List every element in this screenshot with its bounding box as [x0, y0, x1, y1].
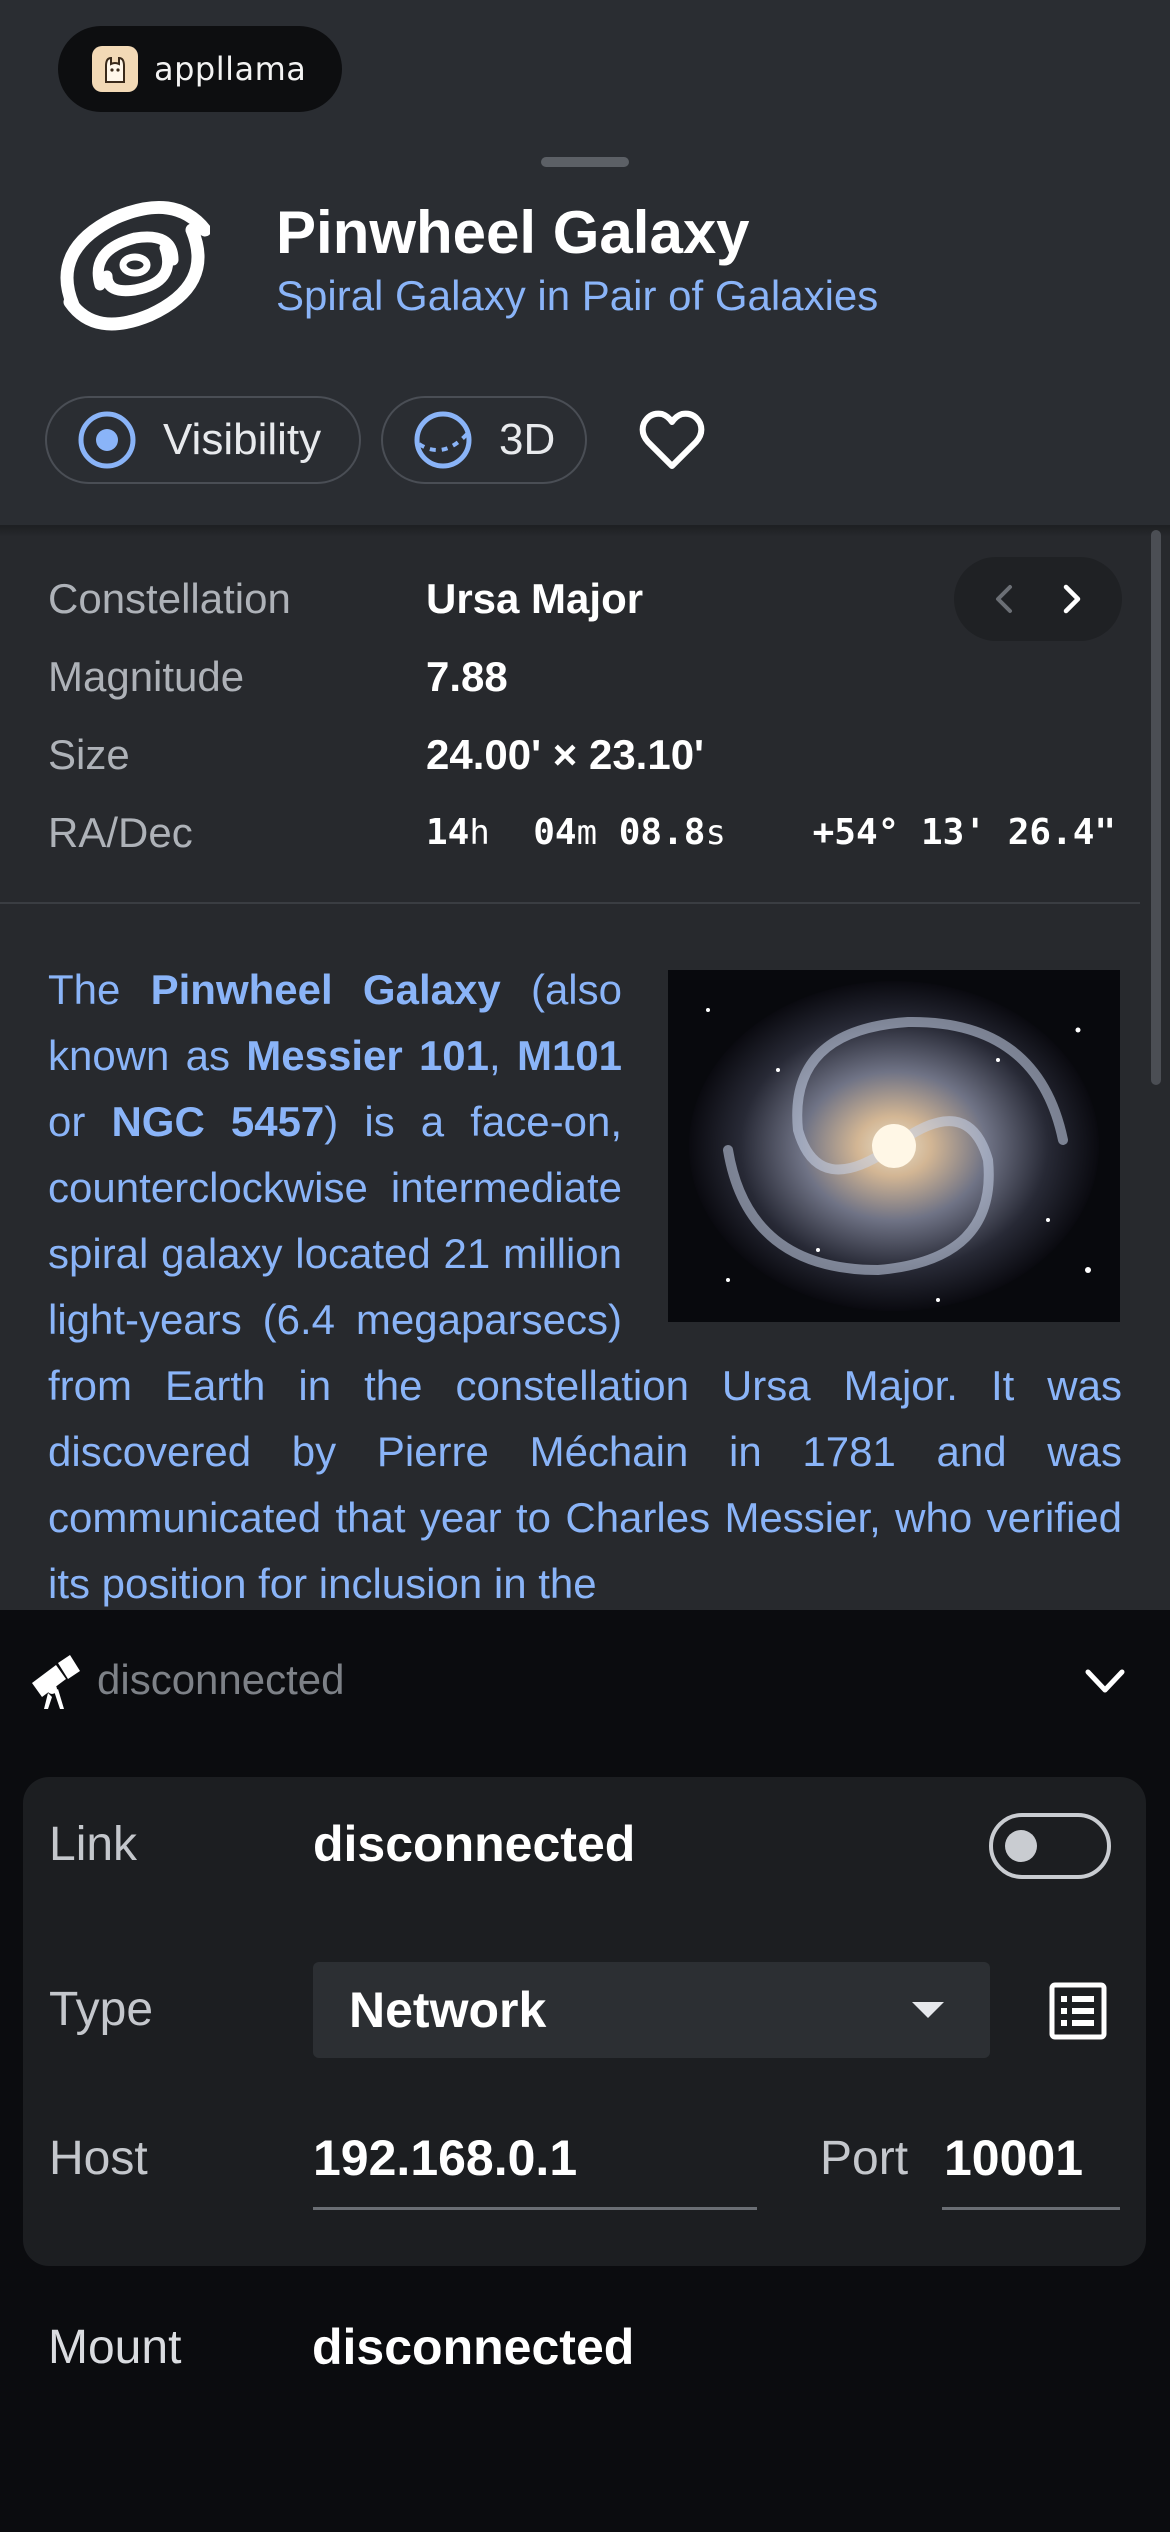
- size-label: Size: [48, 731, 130, 778]
- magnitude-value: 7.88: [426, 653, 508, 700]
- dropdown-caret-icon: [912, 2002, 944, 2018]
- image-spacer: [622, 957, 1122, 1337]
- desc-text: or: [48, 1098, 112, 1145]
- target-icon: [78, 411, 136, 469]
- radec-label: RA/Dec: [48, 809, 193, 856]
- host-input-underline: [313, 2207, 757, 2210]
- desc-bold-m101: M101: [516, 1032, 623, 1079]
- chevron-down-icon[interactable]: [1080, 1662, 1130, 1702]
- divider: [0, 902, 1140, 904]
- connection-type-value: Network: [349, 1982, 547, 2038]
- telescope-status: disconnected: [97, 1656, 345, 1703]
- brand-badge[interactable]: appllama: [58, 26, 342, 112]
- panel-shadow: [0, 525, 1170, 537]
- radec-value: 14h 04m 08.8s +54° 13' 26.4": [426, 812, 1116, 853]
- object-details-panel[interactable]: Constellation Ursa Major Magnitude 7.88 …: [0, 525, 1170, 1610]
- desc-text: The: [48, 966, 151, 1013]
- link-label: Link: [49, 1818, 138, 1871]
- telescope-panel: disconnected Link disconnected Type Netw…: [0, 1610, 1170, 2532]
- visibility-chip-label: Visibility: [163, 415, 322, 464]
- constellation-value: Ursa Major: [426, 575, 644, 622]
- chevron-left-icon[interactable]: [985, 579, 1025, 619]
- 3d-chip-label: 3D: [499, 415, 556, 464]
- 3d-chip[interactable]: 3D: [381, 396, 587, 484]
- galaxy-icon: [60, 201, 210, 331]
- host-input[interactable]: 192.168.0.1: [313, 2129, 577, 2187]
- declination: +54° 13' 26.4": [812, 812, 1117, 853]
- mount-label: Mount: [48, 2321, 182, 2374]
- brand-name: appllama: [154, 50, 307, 88]
- mount-value: disconnected: [312, 2319, 635, 2375]
- toggle-knob: [1005, 1830, 1037, 1862]
- desc-bold-messier: Messier 101: [246, 1032, 490, 1079]
- visibility-chip[interactable]: Visibility: [45, 396, 361, 484]
- magnitude-label: Magnitude: [48, 653, 245, 700]
- connection-type-select[interactable]: Network: [313, 1962, 990, 2058]
- sheet-grab-handle[interactable]: [541, 157, 629, 167]
- appllama-logo-icon: [92, 46, 138, 92]
- constellation-label: Constellation: [48, 575, 291, 622]
- ra-hours-unit: h: [469, 813, 490, 853]
- port-input-underline: [942, 2207, 1120, 2210]
- list-icon[interactable]: [1049, 1982, 1107, 2040]
- sphere-icon: [414, 411, 472, 469]
- desc-bold-ngc: NGC 5457: [111, 1098, 325, 1145]
- chevron-right-icon[interactable]: [1051, 579, 1091, 619]
- telescope-icon: [32, 1655, 80, 1709]
- desc-bold-name: Pinwheel Galaxy: [150, 966, 501, 1013]
- link-value: disconnected: [313, 1816, 636, 1872]
- object-description: The Pinwheel Galaxy (also known as Messi…: [48, 957, 1122, 1610]
- type-label: Type: [49, 1983, 154, 2036]
- ra-minutes: 04: [533, 812, 577, 853]
- size-value: 24.00' × 23.10': [426, 731, 705, 778]
- heart-icon[interactable]: [638, 408, 706, 472]
- desc-text: ,: [489, 1032, 517, 1079]
- host-label: Host: [49, 2132, 148, 2185]
- connection-card: Link disconnected Type Network Host 192.…: [23, 1777, 1146, 2266]
- scrollbar[interactable]: [1151, 530, 1161, 1085]
- ra-seconds: 08.8: [618, 812, 706, 853]
- link-toggle[interactable]: [989, 1813, 1111, 1879]
- object-header: appllama Pinwheel Galaxy Spiral Galaxy i…: [0, 0, 1170, 525]
- ra-seconds-unit: s: [705, 813, 726, 853]
- object-subtitle: Spiral Galaxy in Pair of Galaxies: [276, 272, 879, 319]
- object-navigation: [954, 557, 1122, 641]
- port-input[interactable]: 10001: [944, 2129, 1083, 2187]
- object-title: Pinwheel Galaxy: [276, 199, 750, 266]
- telescope-status-bar[interactable]: disconnected: [0, 1610, 1170, 1760]
- ra-hours: 14: [426, 812, 470, 853]
- port-label: Port: [820, 2132, 909, 2185]
- ra-minutes-unit: m: [576, 813, 598, 853]
